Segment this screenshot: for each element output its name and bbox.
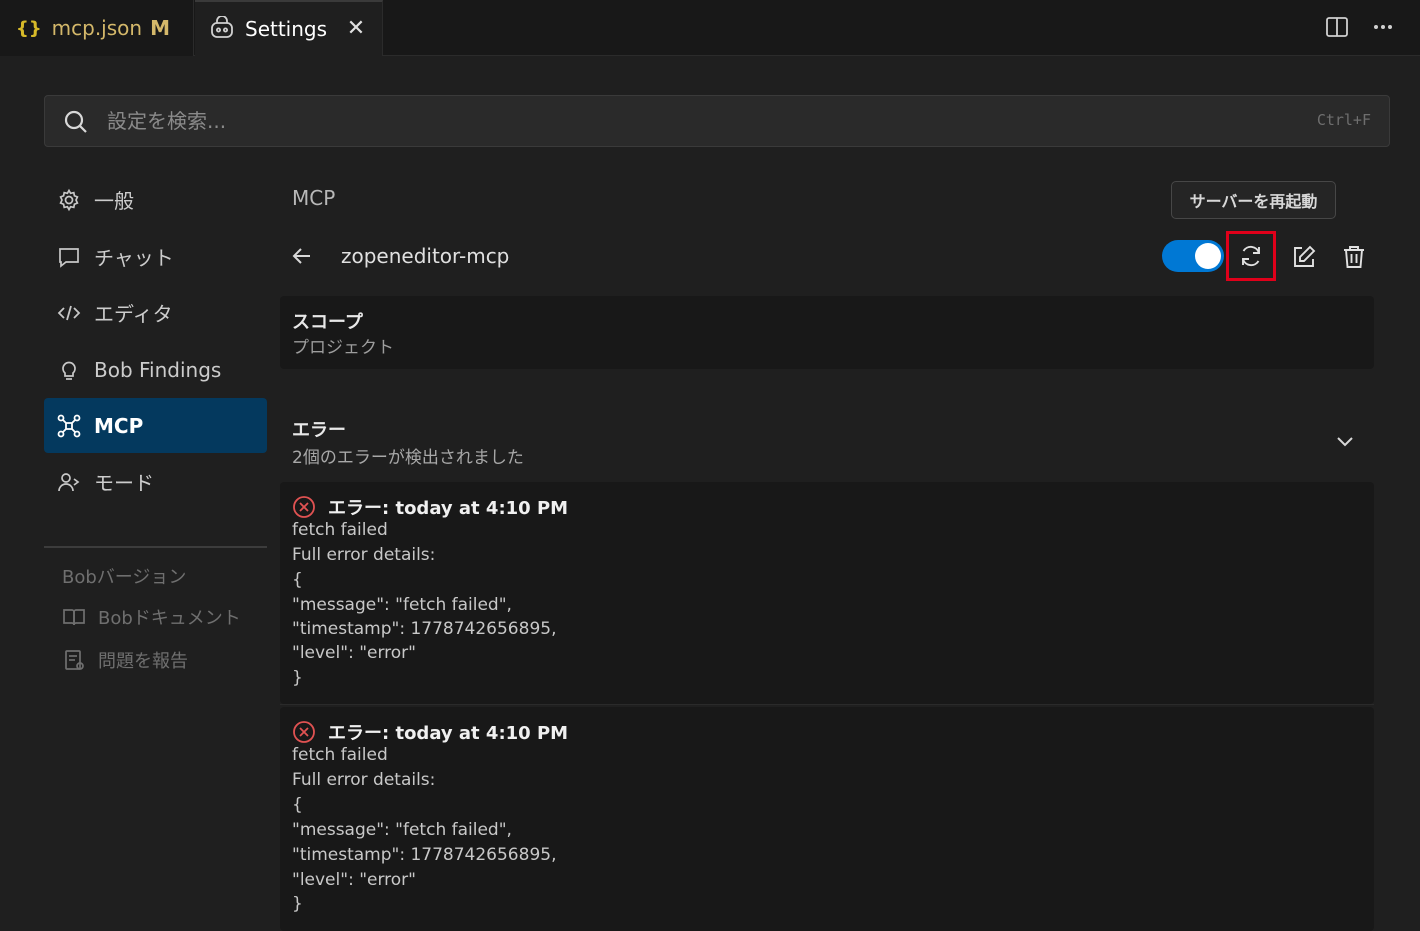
- bob-version-label: Bobバージョン: [62, 563, 186, 589]
- server-enabled-toggle[interactable]: [1162, 240, 1224, 272]
- errors-summary: 2個のエラーが検出されました: [292, 448, 524, 468]
- version-text: Bobバージョン: [62, 567, 187, 588]
- error-heading: エラー: today at 4:10 PM: [292, 494, 568, 520]
- trash-icon: [1341, 244, 1367, 270]
- error-heading: エラー: today at 4:10 PM: [292, 719, 568, 745]
- sidebar-item-label: モード: [94, 471, 154, 495]
- modified-badge: M: [150, 16, 170, 40]
- bob-docs-link[interactable]: Bobドキュメント: [62, 604, 241, 630]
- refresh-icon: [1238, 243, 1264, 269]
- sidebar-item-chat[interactable]: チャット: [44, 229, 267, 284]
- error-line: fetch failed: [292, 745, 388, 765]
- restart-tooltip: サーバーを再起動: [1171, 181, 1336, 219]
- error-line: "message": "fetch failed",: [292, 595, 512, 615]
- search-icon: [63, 109, 89, 139]
- person-icon: [56, 469, 82, 495]
- sidebar-item-label: 一般: [94, 189, 134, 213]
- code-icon: [56, 300, 82, 326]
- scope-title: スコープ: [292, 312, 363, 333]
- toggle-knob: [1195, 243, 1221, 269]
- chevron-down-icon[interactable]: [1334, 430, 1356, 456]
- edit-icon: [1291, 244, 1317, 270]
- sidebar-item-label: Bob Findings: [94, 357, 222, 382]
- error-heading-text: エラー: today at 4:10 PM: [328, 723, 569, 744]
- delete-server-button[interactable]: [1329, 232, 1379, 282]
- errors-title: エラー: [292, 420, 346, 441]
- section-title: MCP: [292, 186, 336, 210]
- sidebar-item-label: エディタ: [94, 302, 173, 326]
- error-line: }: [292, 894, 303, 914]
- gear-icon: [56, 187, 82, 213]
- close-icon[interactable]: ✕: [344, 16, 368, 41]
- error-entry: エラー: today at 4:10 PM fetch failed Full …: [280, 707, 1374, 931]
- editor-tab-bar: {} mcp.json M Settings ✕: [0, 0, 1420, 56]
- scope-value: プロジェクト: [292, 338, 394, 358]
- tab-mcp-json[interactable]: {} mcp.json M: [0, 0, 194, 56]
- settings-tab-icon: [209, 16, 235, 42]
- lightbulb-icon: [56, 357, 82, 383]
- sidebar-item-label: MCP: [94, 413, 144, 438]
- sidebar-item-bob-findings[interactable]: Bob Findings: [44, 342, 267, 397]
- tab-label: Settings: [245, 17, 328, 41]
- sidebar-item-general[interactable]: 一般: [44, 172, 267, 227]
- sidebar-divider: [44, 546, 267, 548]
- error-circle-icon: [292, 720, 316, 744]
- error-entry: エラー: today at 4:10 PM fetch failed Full …: [280, 482, 1374, 704]
- back-arrow-icon[interactable]: [290, 244, 314, 272]
- error-line: "level": "error": [292, 643, 416, 663]
- settings-search: Ctrl+F: [44, 95, 1390, 147]
- error-line: "timestamp": 1778742656895,: [292, 845, 557, 865]
- restart-server-button[interactable]: [1226, 231, 1276, 281]
- error-line: Full error details:: [292, 545, 436, 565]
- sidebar-item-label: チャット: [94, 246, 174, 270]
- split-editor-icon[interactable]: [1324, 14, 1350, 40]
- docs-text: Bobドキュメント: [98, 608, 241, 629]
- error-divider: [280, 704, 1374, 705]
- error-line: Full error details:: [292, 770, 436, 790]
- editor-actions: [1324, 14, 1396, 40]
- scope-card: スコープ プロジェクト: [280, 296, 1374, 369]
- error-line: }: [292, 668, 303, 688]
- report-issue-link[interactable]: 問題を報告: [62, 647, 188, 673]
- report-icon: [62, 648, 88, 672]
- sidebar-item-mode[interactable]: モード: [44, 454, 267, 509]
- tab-label: mcp.json: [51, 16, 143, 40]
- search-shortcut-hint: Ctrl+F: [1316, 111, 1371, 129]
- mcp-icon: [56, 413, 82, 439]
- sidebar-item-mcp[interactable]: MCP: [44, 398, 267, 453]
- book-icon: [62, 605, 88, 629]
- tab-settings[interactable]: Settings ✕: [195, 0, 383, 56]
- error-line: "message": "fetch failed",: [292, 820, 512, 840]
- more-actions-icon[interactable]: [1370, 14, 1396, 40]
- error-line: "level": "error": [292, 870, 416, 890]
- error-line: "timestamp": 1778742656895,: [292, 619, 557, 639]
- sidebar-item-editor[interactable]: エディタ: [44, 285, 267, 340]
- error-circle-icon: [292, 495, 316, 519]
- json-braces-icon: {}: [16, 17, 42, 39]
- error-line: {: [292, 570, 303, 590]
- chat-icon: [56, 244, 82, 270]
- server-name: zopeneditor-mcp: [341, 244, 510, 268]
- search-input[interactable]: [107, 104, 1287, 138]
- error-heading-text: エラー: today at 4:10 PM: [328, 498, 569, 519]
- error-line: fetch failed: [292, 520, 388, 540]
- edit-server-button[interactable]: [1279, 232, 1329, 282]
- error-line: {: [292, 795, 303, 815]
- report-text: 問題を報告: [98, 651, 188, 672]
